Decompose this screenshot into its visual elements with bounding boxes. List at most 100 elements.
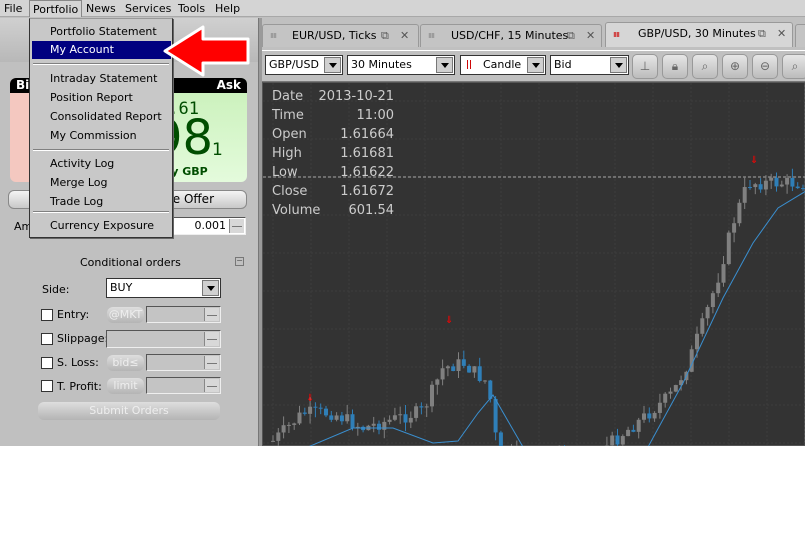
tab-eurusd[interactable]: ıııı EUR/USD, Ticks ⧉ ✕ [262, 24, 419, 47]
chevron-down-icon [202, 280, 219, 296]
amount-spinner[interactable] [229, 219, 244, 233]
entry-label: Entry: [57, 308, 90, 321]
menu-item-trade-log[interactable]: Trade Log [32, 193, 171, 211]
candle-body [313, 406, 318, 408]
candle-body [483, 380, 487, 382]
menu-help[interactable]: Help [215, 2, 240, 15]
undock-icon[interactable]: ⧉ [381, 25, 389, 47]
slippage-checkbox[interactable] [41, 333, 53, 345]
tab-label: EUR/USD, Ticks [292, 29, 377, 42]
entry-checkbox[interactable] [41, 309, 53, 321]
stop-loss-checkbox[interactable] [41, 357, 53, 369]
menu-item-my-commission[interactable]: My Commission [32, 127, 171, 145]
candle-body [790, 177, 795, 187]
candle-body [779, 184, 784, 187]
take-profit-checkbox[interactable] [41, 380, 53, 392]
slippage-input[interactable] [106, 330, 221, 348]
signal-marker-icon: ⇓ [306, 393, 314, 404]
candle-body [271, 440, 275, 442]
menu-item-consolidated-report[interactable]: Consolidated Report [32, 108, 171, 126]
side-select[interactable]: BUY [106, 278, 221, 298]
candle-body [430, 384, 434, 407]
zoom-out-icon[interactable]: ⊖ [752, 54, 778, 79]
menu-news[interactable]: News [86, 2, 116, 15]
candle-body [620, 436, 625, 445]
chart-type-select[interactable]: ǀǀ Candle [460, 55, 546, 75]
close-icon[interactable]: ✕ [400, 25, 409, 47]
take-profit-mode-button[interactable]: limit [107, 378, 144, 394]
tab-gbpusd[interactable]: ıııı GBP/USD, 30 Minutes ⧉ ✕ [605, 22, 793, 47]
close-icon[interactable]: ✕ [586, 25, 595, 47]
chart-type-value: Candle [483, 58, 522, 71]
zoom-fit-icon[interactable]: ⌕ [692, 54, 718, 79]
tab-more[interactable] [795, 24, 805, 47]
stop-loss-input[interactable] [146, 354, 221, 371]
info-row-volume: Volume 601.54 [272, 203, 394, 222]
submit-orders-button[interactable]: Submit Orders [38, 402, 220, 420]
tab-label: USD/CHF, 15 Minutes [451, 29, 569, 42]
candle-body [673, 385, 678, 392]
menu-item-activity-log[interactable]: Activity Log [32, 155, 171, 173]
take-profit-spinner[interactable] [204, 379, 219, 392]
amount-input[interactable]: 0.001 [172, 217, 246, 235]
chevron-down-icon [324, 57, 341, 73]
entry-mode-button[interactable]: @MKT [107, 307, 144, 323]
stop-loss-spinner[interactable] [204, 356, 219, 369]
price-chart[interactable]: ⇓ ⇓ ⇓ Date 2013-10-21 Time 11:00 Open 1.61664 Hi… [262, 82, 805, 446]
menubar: File Portfolio News Services Tools Help [0, 0, 805, 17]
candle-body [753, 184, 758, 188]
menu-file[interactable]: File [4, 2, 22, 15]
candle-body [652, 412, 657, 419]
zoom-in-icon[interactable]: ⊕ [722, 54, 748, 79]
tab-usdchf[interactable]: ıııı USD/CHF, 15 Minutes ⧉ ✕ [420, 24, 602, 47]
slippage-spinner[interactable] [204, 332, 219, 346]
candle-body [345, 414, 350, 422]
menu-item-merge-log[interactable]: Merge Log [32, 174, 171, 192]
undock-icon[interactable]: ⧉ [758, 23, 766, 45]
menu-item-intraday-statement[interactable]: Intraday Statement [32, 70, 171, 88]
chevron-down-icon [436, 57, 453, 73]
menu-services[interactable]: Services [125, 2, 171, 15]
candle-body [732, 223, 737, 233]
chevron-down-icon [610, 57, 627, 73]
menu-tools[interactable]: Tools [178, 2, 205, 15]
menu-separator [33, 149, 169, 151]
info-value: 1.61622 [340, 165, 394, 180]
portfolio-menu: Portfolio Statement My Account Intraday St… [29, 18, 173, 238]
take-profit-input[interactable] [146, 377, 221, 394]
period-select[interactable]: 30 Minutes [347, 55, 455, 75]
candle-body [339, 415, 344, 422]
candle-body [748, 187, 752, 189]
stop-loss-mode-button[interactable]: bid≤ [107, 355, 144, 371]
info-value: 1.61681 [340, 146, 394, 161]
undock-icon[interactable]: ⧉ [567, 25, 575, 47]
close-icon[interactable]: ✕ [777, 23, 786, 45]
zoom-area-icon[interactable]: ⌕ [782, 54, 805, 79]
info-key: Volume [272, 203, 321, 218]
candle-body [705, 307, 710, 319]
menu-item-portfolio-statement[interactable]: Portfolio Statement [32, 23, 171, 41]
signal-marker-icon: ⇓ [445, 315, 453, 326]
candle-body [631, 429, 636, 432]
candle-body [387, 419, 392, 422]
instrument-select[interactable]: GBP/USD [265, 55, 343, 75]
axis-icon[interactable]: ⊥ [632, 54, 658, 79]
candle-body [419, 406, 424, 408]
take-profit-label: T. Profit: [57, 380, 102, 393]
entry-spinner[interactable] [204, 308, 219, 321]
side-select-chart[interactable]: Bid [550, 55, 629, 75]
candle-body [456, 359, 461, 371]
collapse-icon[interactable]: − [235, 257, 244, 266]
menu-item-position-report[interactable]: Position Report [32, 89, 171, 107]
menu-item-currency-exposure[interactable]: Currency Exposure [32, 217, 171, 235]
menu-portfolio[interactable]: Portfolio [29, 0, 83, 17]
candle-body [281, 425, 286, 433]
candle-body [445, 366, 450, 369]
candle-body [742, 187, 747, 203]
entry-input[interactable] [146, 306, 221, 323]
info-row-high: High 1.61681 [272, 146, 394, 165]
candle-body [408, 417, 413, 423]
candle-body [774, 177, 779, 187]
lock-icon[interactable]: 🔒︎ [662, 54, 688, 79]
menu-item-my-account[interactable]: My Account [32, 41, 171, 59]
